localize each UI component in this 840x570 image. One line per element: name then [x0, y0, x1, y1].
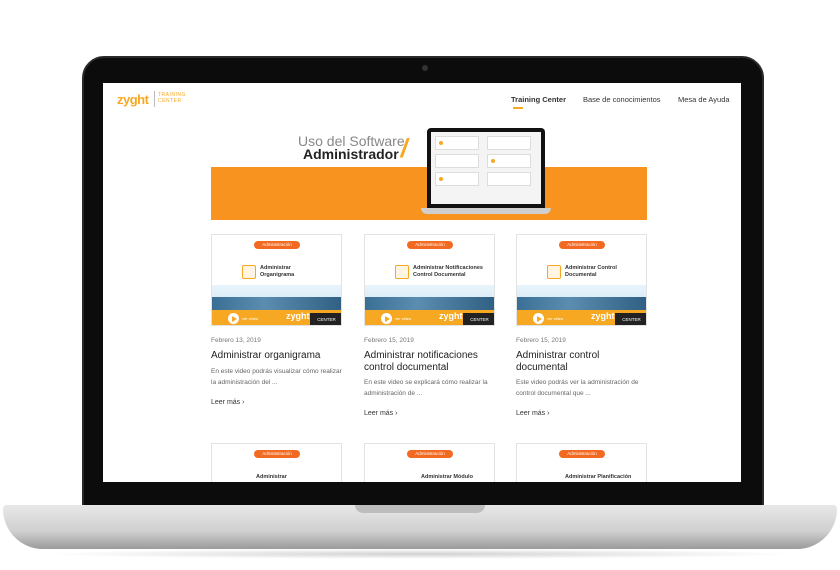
play-triangle-icon — [537, 316, 542, 322]
logo-sub-line2: CENTER — [158, 98, 182, 104]
strip-logo: zyght — [286, 311, 310, 321]
video-thumbnail[interactable]: Administración Administrar Organigrama v… — [211, 234, 342, 326]
read-more-link[interactable]: Leer más › — [211, 399, 244, 406]
category-badge: Administración — [254, 241, 300, 249]
card-date: Febrero 13, 2019 — [211, 337, 261, 344]
nav-base-conocimientos[interactable]: Base de conocimientos — [583, 95, 661, 104]
strip-center: CENTER — [615, 313, 646, 325]
strip-logo: zyght — [439, 311, 463, 321]
read-more-link[interactable]: Leer más › — [516, 410, 549, 417]
laptop-shadow — [40, 549, 800, 559]
strip-logo: zyght — [591, 311, 615, 321]
logo-divider — [154, 91, 155, 107]
strip-center: CENTER — [310, 313, 341, 325]
hero-title-line2: Administrador — [303, 146, 399, 162]
thumb-title: Administrar Planificación — [565, 474, 632, 480]
nav-active-underline — [513, 107, 523, 109]
logo[interactable]: zyght — [117, 92, 149, 107]
thumb-title: Administrar Módulo — [421, 474, 473, 480]
mini-dot — [439, 177, 443, 181]
category-badge: Administración — [407, 450, 453, 458]
card-date: Febrero 15, 2019 — [516, 337, 566, 344]
video-thumbnail[interactable]: Administración Administrar Planificación — [516, 443, 647, 482]
chevron-right-icon: › — [242, 399, 245, 406]
read-more-label: Leer más — [516, 410, 546, 417]
play-triangle-icon — [385, 316, 390, 322]
document-icon — [547, 265, 561, 279]
mini-laptop-screen — [431, 132, 541, 204]
chevron-right-icon: › — [547, 410, 550, 417]
thumb-title: Administrar — [256, 474, 287, 480]
laptop-notch — [355, 505, 485, 513]
play-label: ver video — [242, 316, 259, 321]
card-title[interactable]: Administrar control documental — [516, 350, 647, 374]
strip-center: CENTER — [463, 313, 494, 325]
category-badge: Administración — [407, 241, 453, 249]
document-icon — [395, 265, 409, 279]
card-date: Febrero 15, 2019 — [364, 337, 414, 344]
card-title[interactable]: Administrar organigrama — [211, 350, 342, 362]
play-label: ver video — [395, 316, 412, 321]
video-thumbnail[interactable]: Administración Administrar Control Docum… — [516, 234, 647, 326]
browser-screen: zyght TRAINING CENTER Training Center Bas… — [103, 83, 741, 482]
mini-laptop-base — [421, 208, 551, 214]
hero-laptop-illustration — [421, 128, 551, 218]
mini-dot — [439, 141, 443, 145]
read-more-link[interactable]: Leer más › — [364, 410, 397, 417]
card-description: Este video podrás ver la administración … — [516, 379, 639, 397]
play-triangle-icon — [232, 316, 237, 322]
category-badge: Administración — [559, 450, 605, 458]
site-header: zyght TRAINING CENTER Training Center Bas… — [103, 83, 741, 119]
mini-tile — [487, 136, 531, 150]
category-badge: Administración — [254, 450, 300, 458]
chevron-right-icon: › — [395, 410, 398, 417]
card-description: En este video se explicará cómo realizar… — [364, 379, 488, 397]
laptop-frame: zyght TRAINING CENTER Training Center Bas… — [0, 0, 840, 570]
thumb-title: Administrar Organigrama — [260, 265, 295, 278]
thumb-title: Administrar Notificaciones Control Docum… — [413, 265, 483, 278]
nav-mesa-ayuda[interactable]: Mesa de Ayuda — [678, 95, 730, 104]
video-thumbnail[interactable]: Administración Administrar — [211, 443, 342, 482]
video-thumbnail[interactable]: Administración Administrar Módulo — [364, 443, 495, 482]
thumb-title: Administrar Control Documental — [565, 265, 617, 278]
card-title[interactable]: Administrar notificaciones control docum… — [364, 350, 495, 374]
mini-dot — [491, 159, 495, 163]
category-badge: Administración — [559, 241, 605, 249]
read-more-label: Leer más — [211, 399, 241, 406]
card-description: En este video podrás visualizar cómo rea… — [211, 368, 342, 386]
laptop-base — [3, 505, 837, 549]
organigram-icon — [242, 265, 256, 279]
mini-tile — [487, 172, 531, 186]
nav-training-center[interactable]: Training Center — [511, 95, 566, 104]
logo-subtitle: TRAINING CENTER — [158, 92, 186, 104]
read-more-label: Leer más — [364, 410, 394, 417]
mini-tile — [435, 154, 479, 168]
camera — [422, 65, 428, 71]
video-thumbnail[interactable]: Administración Administrar Notificacione… — [364, 234, 495, 326]
play-label: ver video — [547, 316, 564, 321]
